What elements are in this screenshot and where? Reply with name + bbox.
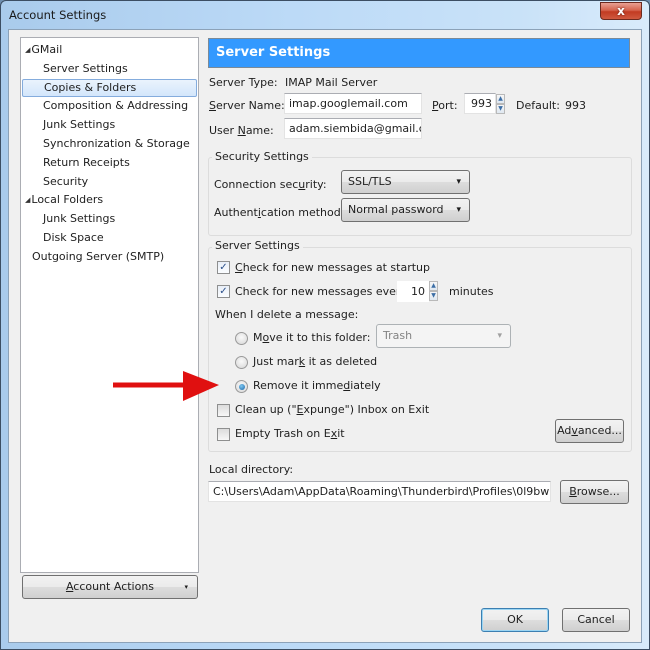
local-directory-input[interactable]: C:\Users\Adam\AppData\Roaming\Thunderbir… bbox=[208, 481, 551, 502]
tree-item[interactable]: ◢GMail bbox=[21, 41, 198, 60]
chevron-down-icon: ▾ bbox=[456, 205, 461, 215]
tree-item[interactable]: Return Receipts bbox=[21, 154, 198, 173]
account-actions-label: Account Actions bbox=[65, 580, 155, 593]
user-name-input[interactable]: adam.siembida@gmail.con bbox=[284, 118, 422, 139]
empty-trash-checkbox[interactable] bbox=[217, 428, 230, 441]
tree-item-label: Outgoing Server (SMTP) bbox=[32, 249, 165, 263]
annotation-arrow-icon bbox=[113, 371, 219, 401]
tree-item-label: Junk Settings bbox=[43, 118, 116, 132]
minutes-label: minutes bbox=[449, 285, 494, 298]
check-interval-input[interactable]: 10 bbox=[397, 281, 429, 302]
close-button[interactable]: x bbox=[600, 2, 642, 20]
account-tree[interactable]: ◢GMail Server Settings Copies & Folders Com… bbox=[20, 37, 199, 573]
ok-button[interactable]: OK bbox=[481, 608, 549, 632]
browse-button[interactable]: Browse... bbox=[560, 480, 629, 504]
server-name-label: Server Name: bbox=[209, 99, 285, 112]
account-actions-button[interactable]: Account Actions ▾ bbox=[22, 575, 198, 599]
server-settings-group-label: Server Settings bbox=[212, 239, 303, 252]
chevron-down-icon: ▾ bbox=[456, 177, 461, 187]
check-interval-spinner[interactable]: ▲ ▼ bbox=[429, 281, 438, 301]
just-mark-deleted-label[interactable]: Just mark it as deleted bbox=[253, 355, 377, 368]
tree-item[interactable]: Synchronization & Storage bbox=[21, 135, 198, 154]
spin-down-icon[interactable]: ▼ bbox=[496, 104, 505, 114]
tree-item-label: Copies & Folders bbox=[44, 80, 137, 94]
panel-header: Server Settings bbox=[208, 38, 630, 68]
default-port-value: 993 bbox=[565, 99, 586, 112]
remove-immediately-radio[interactable] bbox=[235, 380, 248, 393]
tree-item-label: GMail bbox=[31, 43, 63, 56]
dialog-client-area: ◢GMail Server Settings Copies & Folders Com… bbox=[8, 29, 642, 643]
server-type-label: Server Type: bbox=[209, 76, 278, 89]
tree-item[interactable]: Composition & Addressing bbox=[21, 97, 198, 116]
auth-method-select[interactable]: Normal password ▾ bbox=[341, 198, 470, 222]
tree-item[interactable]: ◢Local Folders bbox=[21, 191, 198, 210]
tree-item[interactable]: Server Settings bbox=[21, 60, 198, 79]
cancel-button[interactable]: Cancel bbox=[562, 608, 630, 632]
checkmark-icon: ✓ bbox=[219, 286, 228, 297]
connection-security-label: Connection security: bbox=[214, 178, 327, 191]
port-input[interactable]: 993 bbox=[464, 93, 496, 114]
server-type-value: IMAP Mail Server bbox=[285, 76, 378, 89]
default-port-label: Default: bbox=[516, 99, 560, 112]
tree-item-label: Server Settings bbox=[43, 61, 128, 75]
just-mark-deleted-radio[interactable] bbox=[235, 356, 248, 369]
delete-message-label: When I delete a message: bbox=[215, 308, 359, 321]
trash-folder-select[interactable]: Trash ▾ bbox=[376, 324, 511, 348]
tree-item-label: Disk Space bbox=[43, 230, 104, 244]
tree-item[interactable]: Security bbox=[21, 173, 198, 192]
tree-item-label: Synchronization & Storage bbox=[43, 136, 190, 150]
security-settings-label: Security Settings bbox=[212, 150, 312, 163]
spin-down-icon[interactable]: ▼ bbox=[429, 291, 438, 301]
spin-up-icon[interactable]: ▲ bbox=[496, 94, 505, 104]
advanced-button[interactable]: Advanced... bbox=[555, 419, 624, 443]
check-every-checkbox[interactable]: ✓ bbox=[217, 285, 230, 298]
auth-method-value: Normal password bbox=[348, 203, 444, 216]
tree-item-label: Junk Settings bbox=[43, 212, 116, 226]
auth-method-label: Authentication method: bbox=[214, 206, 345, 219]
tree-item-label: Local Folders bbox=[31, 193, 104, 207]
expand-triangle-icon[interactable]: ◢ bbox=[25, 46, 30, 54]
tree-item-label: Composition & Addressing bbox=[43, 99, 189, 113]
user-name-label: User Name: bbox=[209, 124, 274, 137]
check-startup-label[interactable]: Check for new messages at startup bbox=[235, 261, 430, 274]
close-icon: x bbox=[617, 4, 625, 18]
tree-item-label: Security bbox=[43, 174, 89, 188]
tree-item[interactable]: Outgoing Server (SMTP) bbox=[21, 248, 198, 267]
chevron-down-icon: ▾ bbox=[497, 331, 502, 341]
account-settings-window: Account Settings x ◢GMail Server Settings… bbox=[0, 0, 650, 650]
move-to-folder-label[interactable]: Move it to this folder: bbox=[253, 331, 370, 344]
checkmark-icon: ✓ bbox=[219, 262, 228, 273]
connection-security-select[interactable]: SSL/TLS ▾ bbox=[341, 170, 470, 194]
security-settings-group bbox=[208, 157, 632, 236]
connection-security-value: SSL/TLS bbox=[348, 175, 392, 188]
title-bar[interactable]: Account Settings x bbox=[1, 1, 649, 29]
trash-folder-value: Trash bbox=[383, 329, 413, 342]
server-name-input[interactable]: imap.googlemail.com bbox=[284, 93, 422, 114]
port-label: Port: bbox=[432, 99, 458, 112]
empty-trash-label[interactable]: Empty Trash on Exit bbox=[235, 427, 345, 440]
port-spinner[interactable]: ▲ ▼ bbox=[496, 94, 505, 114]
local-directory-label: Local directory: bbox=[209, 463, 294, 476]
window-title: Account Settings bbox=[9, 8, 107, 22]
remove-immediately-label[interactable]: Remove it immediately bbox=[253, 379, 381, 392]
spin-up-icon[interactable]: ▲ bbox=[429, 281, 438, 291]
dropdown-arrow-icon: ▾ bbox=[184, 583, 188, 591]
expand-triangle-icon[interactable]: ◢ bbox=[25, 196, 30, 204]
tree-item[interactable]: Copies & Folders bbox=[22, 78, 197, 98]
check-startup-checkbox[interactable]: ✓ bbox=[217, 261, 230, 274]
tree-item[interactable]: Junk Settings bbox=[21, 210, 198, 229]
tree-item[interactable]: Disk Space bbox=[21, 229, 198, 248]
expunge-inbox-label[interactable]: Clean up ("Expunge") Inbox on Exit bbox=[235, 403, 429, 416]
tree-item[interactable]: Junk Settings bbox=[21, 116, 198, 135]
move-to-folder-radio[interactable] bbox=[235, 332, 248, 345]
check-every-label[interactable]: Check for new messages every bbox=[235, 285, 407, 298]
tree-item-label: Return Receipts bbox=[43, 155, 130, 169]
